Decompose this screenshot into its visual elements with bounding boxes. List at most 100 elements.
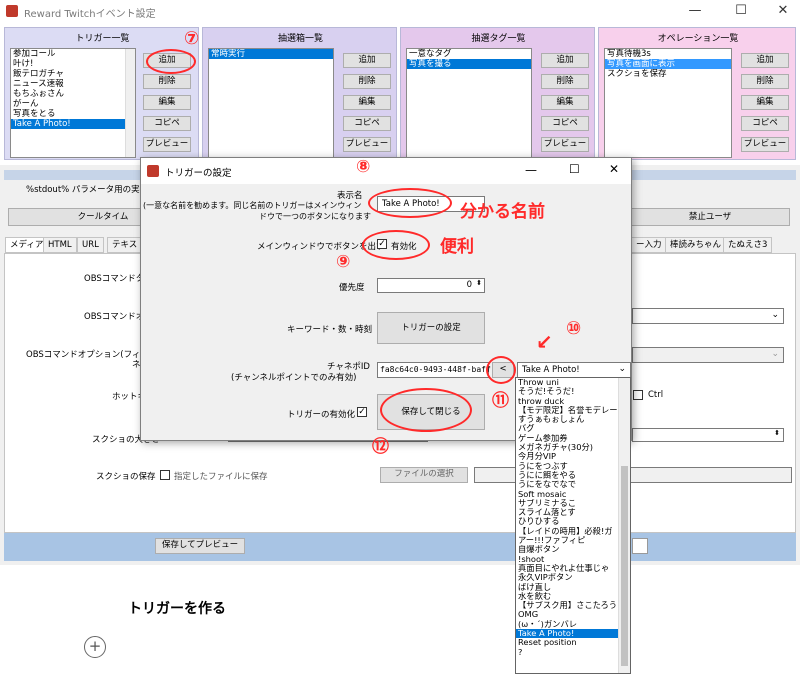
- dropdown-item[interactable]: ?: [516, 648, 618, 657]
- lottery-box-listbox[interactable]: 常時実行: [208, 48, 334, 158]
- trigger-enable-checkbox[interactable]: ✓: [357, 407, 367, 417]
- dropdown-item[interactable]: そうだ!そうだ!: [516, 387, 618, 396]
- copy-tag-button[interactable]: コピペ: [541, 116, 589, 131]
- save-preview-button[interactable]: 保存してプレビュー: [155, 538, 245, 554]
- add-lottery-button[interactable]: 追加: [343, 53, 391, 68]
- delete-operation-button[interactable]: 削除: [741, 74, 789, 89]
- list-item-selected[interactable]: 写真を撮る: [407, 59, 531, 69]
- tab-media[interactable]: メディア: [5, 237, 49, 253]
- add-block-button[interactable]: +: [84, 636, 106, 658]
- list-item[interactable]: ニュース速報: [11, 79, 135, 89]
- dialog-close-button[interactable]: ✕: [609, 162, 619, 176]
- dropdown-item[interactable]: (ω・´)ガンバレ: [516, 620, 618, 629]
- dropdown-item[interactable]: メガネガチャ(30分): [516, 443, 618, 452]
- dialog-maximize-button[interactable]: ☐: [569, 162, 580, 176]
- dropdown-item[interactable]: ゲーム参加券: [516, 434, 618, 443]
- add-tag-button[interactable]: 追加: [541, 53, 589, 68]
- list-item[interactable]: 一意なタグ: [407, 49, 531, 59]
- minimize-button[interactable]: —: [680, 2, 710, 20]
- list-item[interactable]: もちふぉさん: [11, 89, 135, 99]
- preview-trigger-button[interactable]: プレビュー: [143, 137, 191, 152]
- dropdown-item[interactable]: 永久VIPボタン: [516, 573, 618, 582]
- spinner-icon[interactable]: ⬍: [476, 279, 482, 287]
- copy-operation-button[interactable]: コピペ: [741, 116, 789, 131]
- tab-text[interactable]: テキス: [107, 237, 143, 253]
- delete-trigger-button[interactable]: 削除: [143, 74, 191, 89]
- specified-file-checkbox[interactable]: [160, 470, 170, 480]
- dropdown-item[interactable]: 水を飲む: [516, 592, 618, 601]
- edit-lottery-button[interactable]: 編集: [343, 95, 391, 110]
- dropdown-item[interactable]: Reset position: [516, 638, 618, 647]
- dropdown-item[interactable]: Throw uni: [516, 378, 618, 387]
- dropdown-item[interactable]: 【サブスク用】さこたろう: [516, 601, 618, 610]
- edit-operation-button[interactable]: 編集: [741, 95, 789, 110]
- tab-url[interactable]: URL: [77, 237, 104, 253]
- dropdown-item-selected[interactable]: Take A Photo!: [516, 629, 618, 639]
- list-item[interactable]: 叶け!: [11, 59, 135, 69]
- edit-trigger-button[interactable]: 編集: [143, 95, 191, 110]
- banned-users-button[interactable]: 禁止ユーザ: [630, 208, 790, 226]
- tab-tanuesa3[interactable]: たぬえさ3: [723, 237, 773, 253]
- dropdown-item[interactable]: 真面目にやれよ仕事じゃ: [516, 564, 618, 573]
- dropdown-item[interactable]: Soft mosaic: [516, 490, 618, 499]
- dropdown-item[interactable]: うにをなでなで: [516, 480, 618, 489]
- priority-input[interactable]: 0 ⬍: [377, 278, 485, 293]
- height-input[interactable]: ⬍: [632, 428, 784, 442]
- obs-command-select[interactable]: ⌄: [632, 308, 784, 324]
- preview-tag-button[interactable]: プレビュー: [541, 137, 589, 152]
- list-item[interactable]: スクショを保存: [605, 69, 731, 79]
- delete-lottery-button[interactable]: 削除: [343, 74, 391, 89]
- maximize-button[interactable]: ☐: [726, 2, 756, 20]
- dropdown-item[interactable]: バグ: [516, 424, 618, 433]
- dropdown-item[interactable]: OMG: [516, 610, 618, 619]
- dropdown-item[interactable]: 【モデ限定】名誉モデレー: [516, 406, 618, 415]
- copy-lottery-button[interactable]: コピペ: [343, 116, 391, 131]
- lottery-tag-listbox[interactable]: 一意なタグ 写真を撮る: [406, 48, 532, 158]
- list-item[interactable]: がーん: [11, 99, 135, 109]
- dropdown-item[interactable]: 自爆ボタン: [516, 545, 618, 554]
- dropdown-item[interactable]: throw duck: [516, 397, 618, 406]
- close-button[interactable]: ✕: [768, 2, 798, 20]
- list-item-selected[interactable]: 写真を画面に表示: [605, 59, 731, 69]
- list-item[interactable]: 写真をとる: [11, 109, 135, 119]
- trigger-settings-button[interactable]: トリガーの設定: [377, 312, 485, 344]
- preview-lottery-button[interactable]: プレビュー: [343, 137, 391, 152]
- ctrl-checkbox[interactable]: [633, 390, 643, 400]
- add-operation-button[interactable]: 追加: [741, 53, 789, 68]
- dialog-minimize-button[interactable]: —: [525, 163, 537, 177]
- reward-dropdown-list[interactable]: Throw uni そうだ!そうだ! throw duck 【モデ限定】名誉モデレーす…: [515, 377, 631, 674]
- scrollbar[interactable]: [618, 378, 630, 673]
- list-item-selected[interactable]: Take A Photo!: [11, 119, 135, 129]
- obs-option-select[interactable]: ⌄: [632, 347, 784, 363]
- dropdown-item[interactable]: うにをつぶす: [516, 462, 618, 471]
- dropdown-item[interactable]: スライム落とす: [516, 508, 618, 517]
- dropdown-item[interactable]: サブリミナるこ: [516, 499, 618, 508]
- scrollbar-thumb[interactable]: [621, 466, 628, 666]
- trigger-listbox[interactable]: 参加コール 叶け! 飯テロガチャ ニュース速報 もちふぉさん がーん 写真をとる…: [10, 48, 136, 158]
- dropdown-item[interactable]: !shoot: [516, 555, 618, 564]
- list-item[interactable]: 飯テロガチャ: [11, 69, 135, 79]
- dropdown-item[interactable]: うにに餌をやる: [516, 471, 618, 480]
- preview-color-swatch[interactable]: [632, 538, 648, 554]
- dropdown-item[interactable]: 今月分VIP: [516, 452, 618, 461]
- dropdown-item[interactable]: ばけ直し: [516, 583, 618, 592]
- dropdown-item[interactable]: アー!!!ファフィピ: [516, 536, 618, 545]
- spinner-icon[interactable]: ⬍: [774, 429, 780, 437]
- operation-listbox[interactable]: 写真待機3s 写真を画面に表示 スクショを保存: [604, 48, 732, 158]
- tab-key-input[interactable]: ー入力: [631, 237, 667, 253]
- tab-bouyomi[interactable]: 棒読みちゃん: [665, 237, 727, 253]
- copy-trigger-button[interactable]: コピペ: [143, 116, 191, 131]
- file-select-button[interactable]: ファイルの選択: [380, 467, 468, 483]
- list-item[interactable]: 写真待機3s: [605, 49, 731, 59]
- dropdown-item[interactable]: 【レイドの時用】必殺!ガ: [516, 527, 618, 536]
- dropdown-item[interactable]: ひりひする: [516, 517, 618, 526]
- reward-select[interactable]: Take A Photo! ⌄: [517, 362, 631, 378]
- dropdown-item[interactable]: すうぁもぉしょん: [516, 415, 618, 424]
- delete-tag-button[interactable]: 削除: [541, 74, 589, 89]
- tab-html[interactable]: HTML: [43, 237, 77, 253]
- scrollbar[interactable]: [125, 49, 135, 157]
- list-item[interactable]: 参加コール: [11, 49, 135, 59]
- list-item-selected[interactable]: 常時実行: [209, 49, 333, 59]
- channel-id-input[interactable]: fa8c64c0-9493-448f-baff: [377, 362, 491, 378]
- preview-operation-button[interactable]: プレビュー: [741, 137, 789, 152]
